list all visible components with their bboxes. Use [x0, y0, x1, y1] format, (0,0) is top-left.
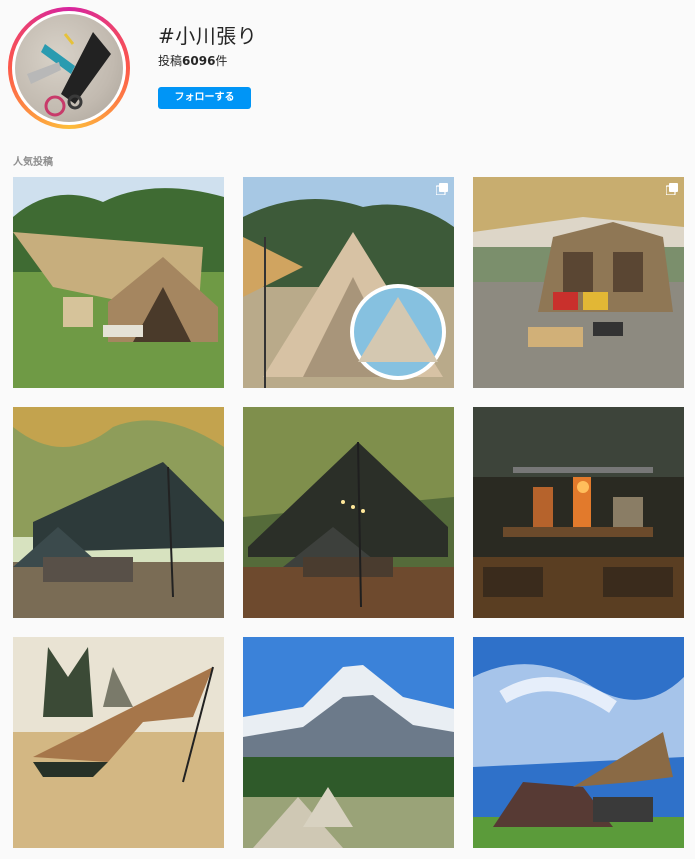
post-tile[interactable]: [243, 637, 454, 848]
page-title: #小川張り: [158, 24, 258, 48]
post-count-prefix: 投稿: [158, 54, 183, 68]
post-tile[interactable]: [13, 407, 224, 618]
multiple-posts-icon: [436, 183, 448, 195]
post-count: 投稿6096件: [158, 52, 227, 69]
hashtag-avatar-ring[interactable]: [8, 7, 130, 129]
post-tile[interactable]: [473, 177, 684, 388]
follow-button[interactable]: フォローする: [158, 87, 251, 109]
post-tile[interactable]: [13, 177, 224, 388]
post-tile[interactable]: [13, 637, 224, 848]
post-tile[interactable]: [243, 407, 454, 618]
hashtag-header: #小川張り 投稿6096件 フォローする: [0, 0, 695, 140]
section-label-top-posts: 人気投稿: [13, 157, 53, 168]
multiple-posts-icon: [666, 183, 678, 195]
post-count-suffix: 件: [215, 54, 228, 68]
post-tile[interactable]: [473, 407, 684, 618]
avatar[interactable]: [12, 11, 126, 125]
avatar-image: [15, 14, 123, 122]
post-tile[interactable]: [473, 637, 684, 848]
post-tile[interactable]: [243, 177, 454, 388]
post-count-value: 6096: [182, 54, 216, 68]
